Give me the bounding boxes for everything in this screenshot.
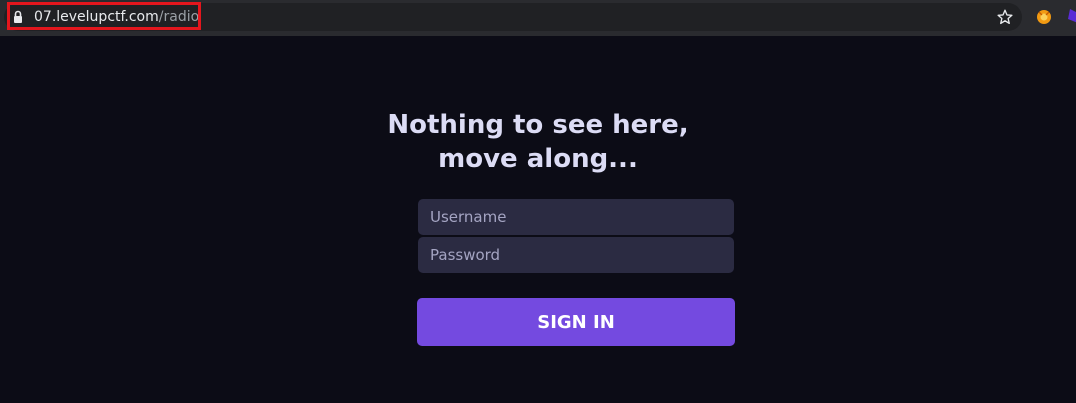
browser-toolbar: 07.levelupctf.com/radio bbox=[0, 0, 1076, 36]
extension-icon[interactable] bbox=[1035, 8, 1053, 26]
star-icon[interactable] bbox=[996, 8, 1014, 26]
password-input[interactable] bbox=[418, 237, 734, 273]
url-highlight-box bbox=[7, 2, 201, 30]
page-title: Nothing to see here, move along... bbox=[338, 108, 738, 176]
extension-icon-partial[interactable] bbox=[1064, 7, 1076, 25]
title-line-2: move along... bbox=[438, 144, 638, 174]
username-input[interactable] bbox=[418, 199, 734, 235]
title-line-1: Nothing to see here, bbox=[387, 110, 689, 140]
sign-in-button[interactable]: SIGN IN bbox=[417, 298, 735, 346]
